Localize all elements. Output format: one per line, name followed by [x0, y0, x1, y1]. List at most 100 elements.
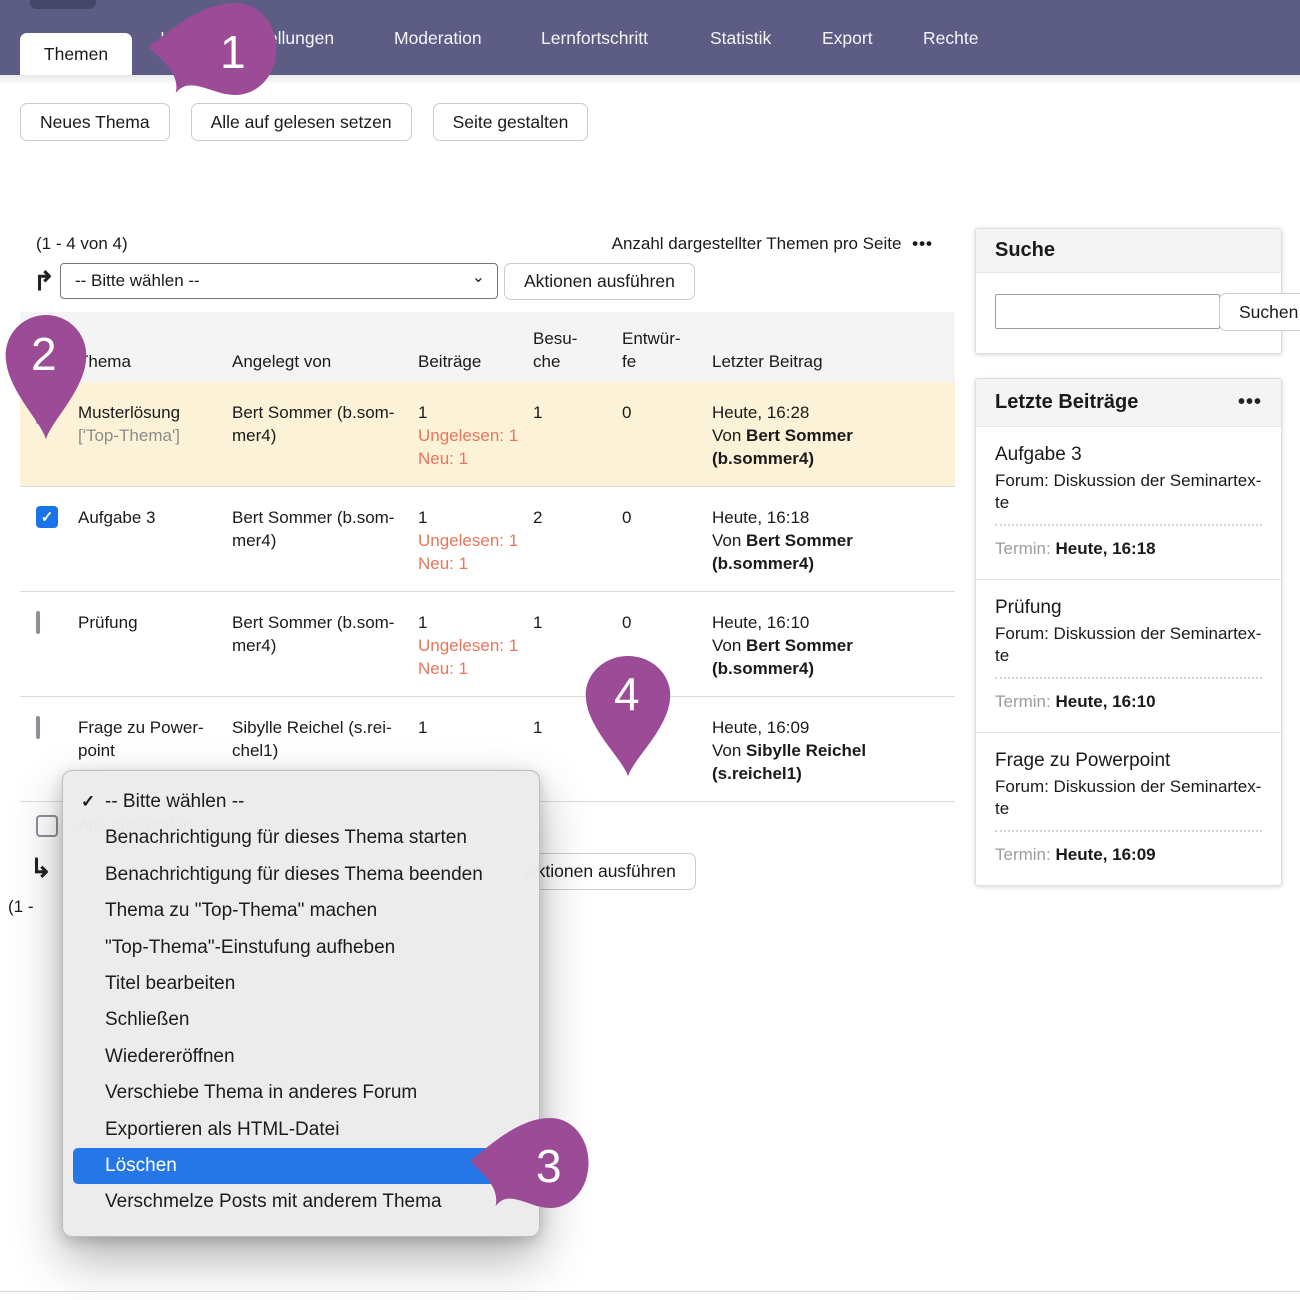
topic-author: Bert Sommer (b.som- mer4) [232, 611, 418, 680]
table-row: ✓ Aufgabe 3 Bert Sommer (b.som- mer4) 1 … [20, 486, 955, 591]
termin-label: Termin: [995, 539, 1051, 558]
new-count: Neu: 1 [418, 552, 533, 575]
menu-item-verschieben[interactable]: Verschiebe Thema in anderes Forum [63, 1075, 539, 1111]
last-post-by-label: Von [712, 426, 741, 445]
topic-title[interactable]: Prüfung [78, 611, 232, 680]
pin-left-icon [470, 1118, 590, 1208]
tab-rechte[interactable]: Rechte [923, 27, 978, 49]
marker-number: 4 [614, 667, 640, 721]
recent-post-title[interactable]: Prüfung [995, 597, 1262, 619]
design-page-button[interactable]: Seite gestalten [433, 103, 589, 141]
apply-to-bottom-arrow-icon: ↳ [30, 853, 52, 884]
new-count: Neu: 1 [418, 447, 533, 470]
chevron-down-icon: ⌄ [472, 261, 485, 295]
menu-item-schliessen[interactable]: Schließen [63, 1002, 539, 1038]
header-topic[interactable]: Thema [78, 350, 232, 373]
action-select[interactable]: -- Bitte wählen -- ⌄ [60, 263, 498, 299]
recent-posts-title: Letzte Beiträge [995, 391, 1138, 414]
tab-export[interactable]: Export [822, 27, 873, 49]
posts-count: 1 [418, 506, 533, 529]
unread-count: Ungelesen: 1 [418, 424, 533, 447]
termin-label: Termin: [995, 692, 1051, 711]
window-notch [30, 0, 96, 9]
tab-statistik[interactable]: Statistik [710, 27, 771, 49]
mark-all-read-button[interactable]: Alle auf gelesen setzen [191, 103, 412, 141]
recent-post-title[interactable]: Frage zu Powerpoint [995, 750, 1262, 772]
topic-author: Bert Sommer (b.som- mer4) [232, 401, 418, 470]
termin-value: Heute, 16:18 [1055, 539, 1155, 558]
menu-item-titel-bearbeiten[interactable]: Titel bearbeiten [63, 966, 539, 1002]
table-header: Thema Angelegt von Beiträge Besu- che En… [20, 312, 955, 382]
callout-marker-3: 3 [470, 1118, 590, 1208]
search-input[interactable] [995, 294, 1220, 329]
apply-actions-button-top[interactable]: Aktionen ausführen [504, 263, 695, 300]
topic-subtitle: ['Top-Thema'] [78, 424, 232, 447]
search-panel: Suche Suchen [975, 228, 1282, 354]
action-select-value: -- Bitte wählen -- [75, 271, 200, 290]
row-checkbox[interactable] [36, 611, 40, 634]
marker-number: 1 [220, 25, 246, 79]
per-page-menu-icon[interactable]: ••• [912, 234, 933, 253]
tab-themen-label: Themen [44, 44, 108, 65]
callout-marker-2: 2 [4, 315, 88, 441]
drafts-count: 0 [622, 401, 712, 470]
pin-left-icon [148, 3, 278, 95]
action-dropdown-menu: ✓-- Bitte wählen -- Benachrichtigung für… [62, 770, 540, 1237]
menu-item-benachrichtigung-starten[interactable]: Benachrichtigung für dieses Thema starte… [63, 820, 539, 856]
tab-moderation[interactable]: Moderation [394, 27, 482, 49]
callout-marker-4: 4 [584, 656, 672, 778]
header-last-post[interactable]: Letzter Beitrag [712, 350, 955, 373]
header-drafts[interactable]: Entwür- fe [622, 327, 712, 373]
menu-item-bitte-waehlen[interactable]: ✓-- Bitte wählen -- [63, 784, 539, 820]
callout-marker-1: 1 [148, 3, 278, 95]
toolbar: Neues Thema Alle auf gelesen setzen Seit… [20, 103, 588, 141]
page-bottom-divider [0, 1291, 1300, 1292]
header-visits[interactable]: Besu- che [533, 327, 622, 373]
row-checkbox-checked[interactable]: ✓ [36, 506, 58, 528]
header-posts[interactable]: Beiträge [418, 350, 533, 373]
menu-item-verschmelzen[interactable]: Verschmelze Posts mit anderem Thema [63, 1184, 539, 1220]
last-post-time: Heute, 16:09 [712, 716, 955, 739]
unread-count: Ungelesen: 1 [418, 529, 533, 552]
termin-value: Heute, 16:10 [1055, 692, 1155, 711]
recent-post-entry: Frage zu Powerpoint Forum: Diskussion de… [976, 732, 1281, 885]
marker-number: 2 [31, 327, 57, 381]
header-author[interactable]: Angelegt von [232, 350, 418, 373]
new-count: Neu: 1 [418, 657, 533, 680]
checkmark-icon: ✓ [81, 784, 95, 820]
topic-author: Bert Sommer (b.som- mer4) [232, 506, 418, 575]
menu-item-loeschen[interactable]: Löschen [73, 1148, 529, 1184]
apply-to-top-arrow-icon: ↱ [33, 266, 55, 297]
table-row: Musterlösung ['Top-Thema'] Bert Sommer (… [20, 382, 955, 486]
menu-item-top-thema-aufheben[interactable]: "Top-Thema"-Einstufung aufheben [63, 930, 539, 966]
menu-item-exportieren[interactable]: Exportieren als HTML-Datei [63, 1112, 539, 1148]
per-page-label: Anzahl dargestellter Themen pro Seite [612, 234, 902, 253]
recent-post-entry: Prüfung Forum: Diskussion der Seminartex… [976, 579, 1281, 732]
forum-admin-page: Themen Info Einstellungen Moderation Ler… [0, 0, 1300, 1300]
menu-item-top-thema-machen[interactable]: Thema zu "Top-Thema" machen [63, 893, 539, 929]
visits-count: 1 [533, 401, 622, 470]
tab-lernfortschritt[interactable]: Lernfortschritt [541, 27, 648, 49]
result-range: (1 - 4 von 4) [36, 234, 128, 254]
recent-post-entry: Aufgabe 3 Forum: Diskussion der Seminart… [976, 427, 1281, 579]
topic-title[interactable]: Aufgabe 3 [78, 506, 232, 575]
recent-post-forum: Forum: Diskussion der Seminartex- te [995, 776, 1262, 820]
checkmark-icon: ✓ [41, 506, 54, 529]
last-post-by-label: Von [712, 741, 741, 760]
topic-title[interactable]: Musterlösung [78, 401, 232, 424]
list-range-line: (1 - 4 von 4) Anzahl dargestellter Theme… [20, 232, 955, 263]
unread-count: Ungelesen: 1 [418, 634, 533, 657]
new-topic-button[interactable]: Neues Thema [20, 103, 170, 141]
search-button[interactable]: Suchen [1219, 293, 1300, 331]
row-checkbox[interactable] [36, 716, 40, 739]
panel-menu-icon[interactable]: ••• [1238, 391, 1262, 414]
top-actions-row: ↱ -- Bitte wählen -- ⌄ Aktionen ausführe… [20, 263, 955, 312]
menu-item-wiedereroeffnen[interactable]: Wiedereröffnen [63, 1039, 539, 1075]
last-post-by-label: Von [712, 531, 741, 550]
recent-post-title[interactable]: Aufgabe 3 [995, 444, 1262, 466]
tab-themen[interactable]: Themen [20, 33, 132, 75]
termin-label: Termin: [995, 845, 1051, 864]
drafts-count: 0 [622, 506, 712, 575]
menu-item-benachrichtigung-beenden[interactable]: Benachrichtigung für dieses Thema beende… [63, 857, 539, 893]
select-all-checkbox[interactable] [36, 815, 58, 837]
